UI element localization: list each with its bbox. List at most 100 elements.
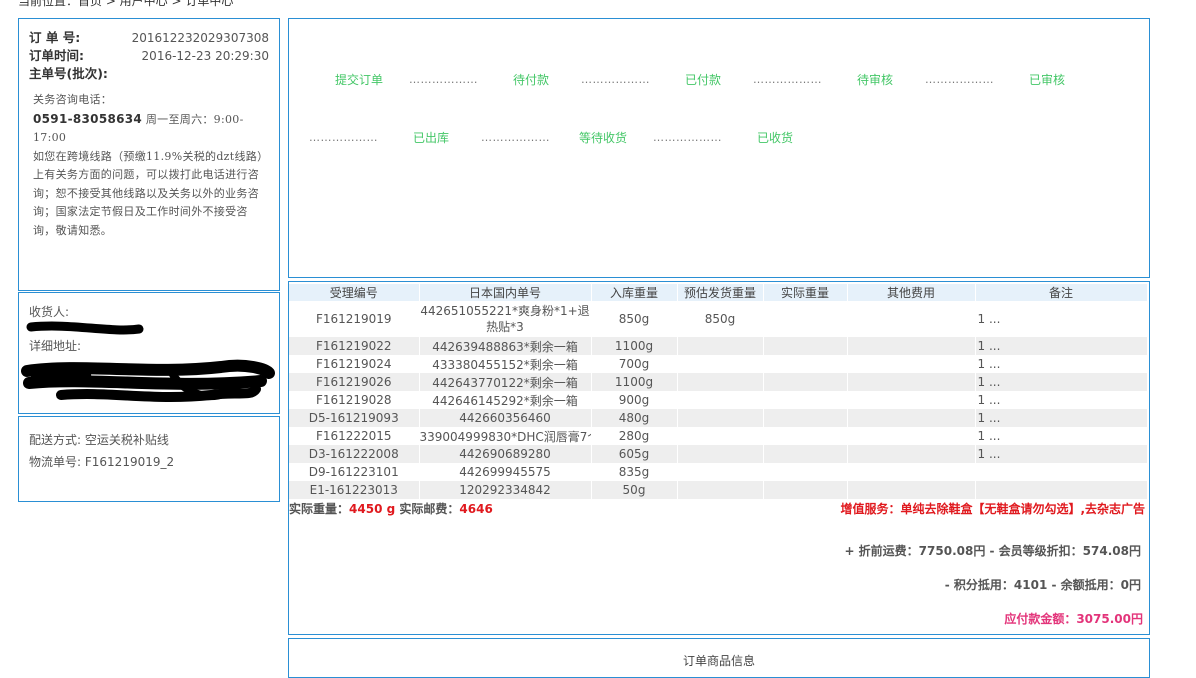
shipping-method-label: 配送方式:: [29, 433, 82, 447]
cell-est-weight: [677, 409, 764, 427]
cell-other-fees: [847, 463, 976, 481]
cell-est-weight: 850g: [677, 301, 764, 337]
flow-dots: ………………: [481, 131, 550, 144]
table-row: F161219026 442643770122*剩余一箱 1100g 1 ...: [289, 373, 1148, 391]
cell-accept-no: F161219028: [289, 391, 420, 409]
cell-other-fees: [847, 337, 976, 355]
step-awaiting-receipt: 等待收货: [579, 131, 628, 145]
cell-remarks[interactable]: 1 ...: [975, 391, 1148, 409]
shipping-method-row: 配送方式: 空运关税补贴线: [29, 429, 269, 451]
order-goods-section: 订单商品信息: [288, 638, 1150, 678]
col-header-other-fees: 其他费用: [847, 284, 976, 301]
cell-accept-no: F161219026: [289, 373, 420, 391]
breadcrumb: 当前位置：首页 > 用户中心 > 订单中心: [18, 0, 234, 8]
shipping-panel: 配送方式: 空运关税补贴线 物流单号: F161219019_2: [18, 416, 280, 502]
batch-label: 主单号(批次):: [29, 66, 108, 81]
cell-in-weight: 480g: [591, 409, 678, 427]
order-number: 201612232029307308: [131, 31, 269, 45]
cell-jp-tracking: 433380455152*剩余一箱: [419, 355, 592, 373]
cell-in-weight: 835g: [591, 463, 678, 481]
cell-in-weight: 50g: [591, 481, 678, 499]
cell-est-weight: [677, 391, 764, 409]
cell-remarks[interactable]: 1 ...: [975, 355, 1148, 373]
receiver-panel: 收货人: 详细地址:: [18, 292, 280, 414]
cell-jp-tracking: 442690689280: [419, 445, 592, 463]
step-paid: 已付款: [685, 73, 722, 87]
order-time-label: 订单时间:: [29, 48, 84, 63]
cell-jp-tracking: 442651055221*爽身粉*1+退热贴*3: [419, 301, 592, 337]
cell-jp-tracking: 442660356460: [419, 409, 592, 427]
table-row: F161222015 339004999830*DHC润唇膏7个 280g 1 …: [289, 427, 1148, 445]
order-number-row: 订 单 号: 201612232029307308: [29, 29, 269, 47]
cell-est-weight: [677, 355, 764, 373]
cell-other-fees: [847, 481, 976, 499]
step-shipped-out: 已出库: [413, 131, 450, 145]
cell-remarks[interactable]: 1 ...: [975, 445, 1148, 463]
cell-accept-no: F161219019: [289, 301, 420, 337]
redaction-scribble: [21, 321, 275, 402]
step-submit-order: 提交订单: [335, 73, 384, 87]
order-status-flow: 提交订单 ……………… 待付款 ……………… 已付款 ……………… 待审核 ………: [288, 18, 1150, 278]
cell-actual-weight: [763, 355, 848, 373]
customs-phone: 0591-83058634: [33, 111, 143, 126]
col-header-in-weight: 入库重量: [591, 284, 678, 301]
col-header-accept-no: 受理编号: [289, 284, 420, 301]
col-header-jp-tracking: 日本国内单号: [419, 284, 592, 301]
cell-remarks: [975, 463, 1148, 481]
order-info-panel: 订 单 号: 201612232029307308 订单时间: 2016-12-…: [18, 18, 280, 291]
cell-jp-tracking: 442646145292*剩余一箱: [419, 391, 592, 409]
cell-remarks[interactable]: 1 ...: [975, 373, 1148, 391]
tracking-label: 物流单号:: [29, 455, 82, 469]
cell-actual-weight: [763, 301, 848, 337]
cell-actual-weight: [763, 409, 848, 427]
step-pending-review: 待审核: [857, 73, 894, 87]
cell-in-weight: 1100g: [591, 337, 678, 355]
col-header-est-weight: 预估发货重量: [677, 284, 764, 301]
cell-in-weight: 605g: [591, 445, 678, 463]
cell-in-weight: 850g: [591, 301, 678, 337]
cell-jp-tracking: 120292334842: [419, 481, 592, 499]
flow-dots: ………………: [309, 131, 378, 144]
cell-other-fees: [847, 373, 976, 391]
batch-row: 主单号(批次):: [29, 65, 269, 83]
cell-accept-no: D9-161223101: [289, 463, 420, 481]
cell-in-weight: 900g: [591, 391, 678, 409]
col-header-actual-weight: 实际重量: [763, 284, 848, 301]
cell-accept-no: F161219024: [289, 355, 420, 373]
shipping-fee-breakdown: + 折前运费：7750.08円 - 会员等级折扣：574.08円: [844, 544, 1141, 558]
cell-actual-weight: [763, 427, 848, 445]
cell-jp-tracking: 442639488863*剩余一箱: [419, 337, 592, 355]
cell-remarks[interactable]: 1 ...: [975, 301, 1148, 337]
cell-est-weight: [677, 427, 764, 445]
cell-remarks[interactable]: 1 ...: [975, 337, 1148, 355]
table-row: F161219019 442651055221*爽身粉*1+退热贴*3 850g…: [289, 301, 1148, 337]
cell-actual-weight: [763, 337, 848, 355]
cell-accept-no: D3-161222008: [289, 445, 420, 463]
cell-in-weight: 1100g: [591, 373, 678, 391]
table-row: F161219024 433380455152*剩余一箱 700g 1 ...: [289, 355, 1148, 373]
cell-est-weight: [677, 337, 764, 355]
cell-est-weight: [677, 463, 764, 481]
order-goods-title: 订单商品信息: [682, 654, 755, 668]
table-row: E1-161223013 120292334842 50g: [289, 481, 1148, 499]
cell-jp-tracking: 442699945575: [419, 463, 592, 481]
order-time-row: 订单时间: 2016-12-23 20:29:30: [29, 47, 269, 65]
flow-dots: ………………: [581, 73, 650, 86]
cell-other-fees: [847, 445, 976, 463]
cell-remarks: [975, 481, 1148, 499]
cell-other-fees: [847, 427, 976, 445]
cell-other-fees: [847, 355, 976, 373]
tracking-number: F161219019_2: [84, 455, 175, 469]
cell-actual-weight: [763, 463, 848, 481]
table-row: D3-161222008 442690689280 605g 1 ...: [289, 445, 1148, 463]
cell-jp-tracking: 339004999830*DHC润唇膏7个: [419, 427, 592, 445]
cell-accept-no: D5-161219093: [289, 409, 420, 427]
table-row: D9-161223101 442699945575 835g: [289, 463, 1148, 481]
cell-other-fees: [847, 409, 976, 427]
cell-in-weight: 280g: [591, 427, 678, 445]
cell-remarks[interactable]: 1 ...: [975, 409, 1148, 427]
postage-label: 实际邮费：: [399, 502, 460, 516]
cell-remarks[interactable]: 1 ...: [975, 427, 1148, 445]
flow-dots: ………………: [409, 73, 478, 86]
flow-dots: ………………: [753, 73, 822, 86]
